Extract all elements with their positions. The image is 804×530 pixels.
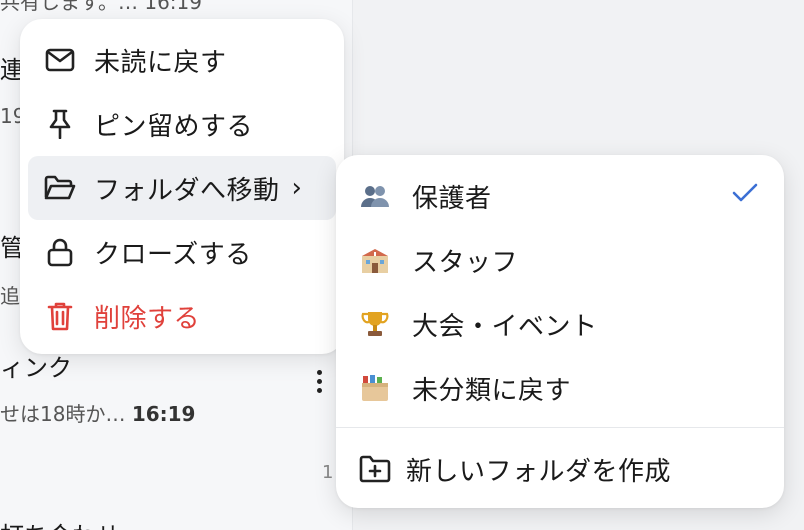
mail-icon [44,44,76,76]
menu-item-delete[interactable]: 削除する [28,284,336,348]
folder-plus-icon [358,452,392,486]
trash-icon [44,300,76,332]
pin-icon [44,108,76,140]
unread-count-badge: 1 [322,462,334,483]
menu-item-label: ピン留めする [94,111,254,142]
menu-item-label: フォルダへ移動 [94,175,280,206]
list-item-title: 打ち合わせ [0,516,120,530]
trophy-emoji-icon [358,307,392,341]
submenu-divider [336,427,784,428]
folder-option-uncategorized[interactable]: 未分類に戻す [336,356,784,420]
more-options-icon[interactable] [311,368,327,400]
lock-icon [44,236,76,268]
menu-item-pin[interactable]: ピン留めする [28,92,336,156]
checkmark-icon [732,182,758,208]
box-emoji-icon [358,371,392,405]
context-menu: 未読に戻す ピン留めする フォルダへ移動 › クローズする 削除する [20,19,344,354]
folder-option-label: 保護者 [412,183,492,214]
folder-option-guardians[interactable]: 保護者 [336,164,784,228]
chevron-right-icon: › [291,173,303,203]
list-item-preview: せは18時か… 16:19 [0,402,196,426]
folder-option-events[interactable]: 大会・イベント [336,292,784,356]
folder-option-label: スタッフ [412,247,519,278]
menu-item-label: 未読に戻す [94,47,227,78]
folder-submenu: 保護者 スタッフ 大会・イベント 未分類に戻す 新しいフォルダを作成 [336,155,784,508]
menu-item-move-to-folder[interactable]: フォルダへ移動 › [28,156,336,220]
folder-option-staff[interactable]: スタッフ [336,228,784,292]
list-item-preview: 共有します。… 16:19 [0,0,202,14]
list-item-time: 16:19 [131,402,196,426]
create-folder-label: 新しいフォルダを作成 [406,456,672,487]
school-building-emoji-icon [358,243,392,277]
guardians-emoji-icon [358,179,392,213]
menu-item-close[interactable]: クローズする [28,220,336,284]
menu-item-label: 削除する [94,303,201,334]
folder-option-label: 未分類に戻す [412,375,572,406]
folder-open-icon [44,172,76,204]
menu-item-mark-unread[interactable]: 未読に戻す [28,28,336,92]
create-folder-button[interactable]: 新しいフォルダを作成 [336,437,784,501]
menu-item-label: クローズする [94,239,252,270]
folder-option-label: 大会・イベント [412,311,598,342]
